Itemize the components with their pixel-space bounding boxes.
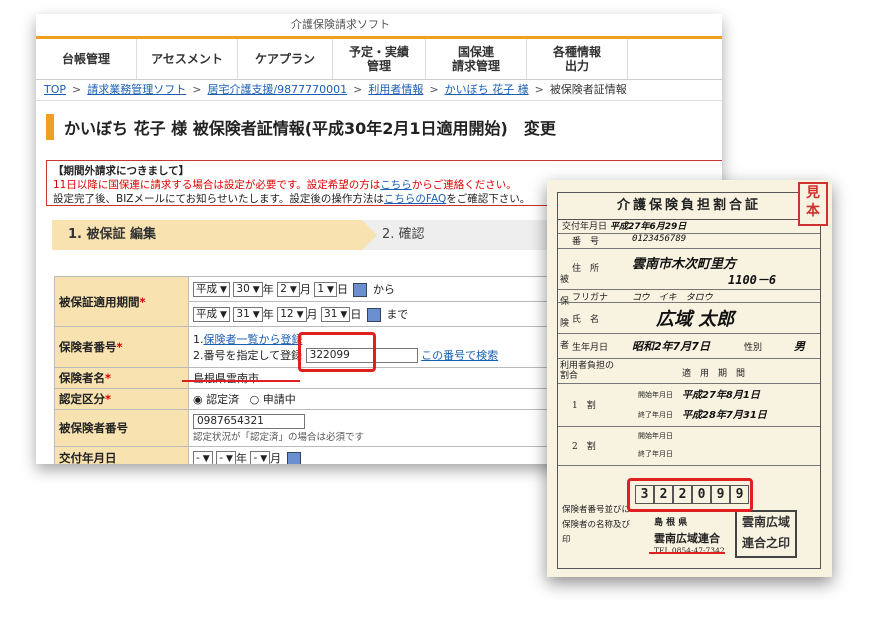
nav-item-assessment[interactable]: アセスメント xyxy=(137,39,238,79)
nav-item-careplan[interactable]: ケアプラン xyxy=(238,39,333,79)
card-furigana-row: フリガナ コウ イキ タロウ xyxy=(558,290,820,303)
issue-era-select[interactable]: - ▼ xyxy=(193,451,213,464)
card-number-row: 番 号 0123456789 xyxy=(558,234,820,249)
card-digits-highlight xyxy=(627,478,753,512)
nav-item-output[interactable]: 各種情報 出力 xyxy=(527,39,628,79)
card-ratio2-row: 2 割 開始年月日 終了年月日 xyxy=(558,427,820,466)
heading-accent xyxy=(46,114,54,140)
card-ratio-header-row: 利用者負担の割合 適 用 期 間 xyxy=(558,359,820,384)
period-end-day-select[interactable]: 31 ▼ xyxy=(321,307,351,323)
insurer-seal: 雲南広域連合之印 xyxy=(735,510,797,558)
period-end-year-select[interactable]: 31 ▼ xyxy=(233,307,263,323)
insurer-name-underline xyxy=(182,380,300,382)
card-title: 介護保険負担割合証 xyxy=(558,193,820,220)
insurer-no-label: 保険者番号* xyxy=(54,326,189,368)
calendar-icon[interactable] xyxy=(353,282,368,297)
nav-item-ledger[interactable]: 台帳管理 xyxy=(36,39,137,79)
card-insurer-underline xyxy=(649,552,725,554)
card-address-row: 住 所 雲南市木次町里方 1100－6 xyxy=(558,249,820,290)
radio-applying[interactable]: ○ 申請中 xyxy=(250,393,296,406)
insurer-search-link[interactable]: この番号で検索 xyxy=(421,349,498,362)
sample-stamp: 見本 xyxy=(798,182,828,226)
step-confirm: 2. 確認 xyxy=(382,227,425,242)
card-name-row: 氏 名 広域 太郎 xyxy=(558,303,820,334)
breadcrumb-billing-soft[interactable]: 請求業務管理ソフト xyxy=(87,83,186,96)
breadcrumb: TOP > 請求業務管理ソフト > 居宅介護支援/9877770001 > 利用者情報 > かい… xyxy=(36,80,722,101)
insurance-card: 介護保険負担割合証 交付年月日 平成27年6月29日 番 号 012345678… xyxy=(547,180,832,577)
insured-no-label: 被保険者番号 xyxy=(54,409,189,447)
issue-day-select[interactable]: - ▼ xyxy=(250,451,271,464)
main-nav: 台帳管理 アセスメント ケアプラン 予定・実績 管理 国保連 請求管理 各種情報… xyxy=(36,39,722,80)
card-ratio1-row: 1 割 開始年月日 平成27年8月1日 終了年月日 平成28年7月31日 xyxy=(558,384,820,427)
calendar-icon[interactable] xyxy=(286,451,301,464)
card-insurer-pref: 島 根 県 xyxy=(654,518,688,528)
radio-certified[interactable]: ◉ 認定済 xyxy=(193,393,239,406)
insurer-list-link[interactable]: 保険者一覧から登録 xyxy=(204,333,303,346)
card-insurer-name: 雲南広域連合 xyxy=(654,532,720,545)
page-title: かいぼち 花子 様 被保険者証情報(平成30年2月1日適用開始) 変更 xyxy=(64,119,556,138)
period-label: 被保証適用期間* xyxy=(54,276,189,327)
top-bar: 介護保険請求ソフト xyxy=(36,14,722,39)
card-dob-row: 生年月日 昭和2年7月7日 性別 男 xyxy=(558,334,820,359)
notice-title: 【期間外請求につきまして】 xyxy=(53,165,190,177)
period-start-year-select[interactable]: 30 ▼ xyxy=(233,282,263,298)
nav-item-billing[interactable]: 国保連 請求管理 xyxy=(426,39,527,79)
calendar-icon[interactable] xyxy=(366,307,381,322)
period-start-month-select[interactable]: 2 ▼ xyxy=(277,282,300,298)
page-heading: かいぼち 花子 様 被保険者証情報(平成30年2月1日適用開始) 変更 xyxy=(46,114,556,140)
card-insurer-label: 保険者番号並びに保険者の名称及び印 xyxy=(562,505,631,545)
issue-month-select[interactable]: - ▼ xyxy=(216,451,236,464)
period-start-day-select[interactable]: 1 ▼ xyxy=(314,282,337,298)
insurer-name-label: 保険者名* xyxy=(54,367,189,389)
breadcrumb-user[interactable]: かいぼち 花子 様 xyxy=(445,83,529,96)
issue-date-label: 交付年月日 xyxy=(54,446,189,464)
step-edit: 1. 被保証 編集 xyxy=(52,220,377,250)
breadcrumb-top[interactable]: TOP xyxy=(44,83,66,96)
breadcrumb-user-info[interactable]: 利用者情報 xyxy=(368,83,423,96)
period-end-era-select[interactable]: 平成 ▼ xyxy=(193,307,230,323)
app-title: 介護保険請求ソフト xyxy=(291,18,390,31)
breadcrumb-office[interactable]: 居宅介護支援/9877770001 xyxy=(207,83,347,96)
insurer-no-highlight xyxy=(298,332,376,372)
cert-status-label: 認定区分* xyxy=(54,388,189,410)
insured-no-input[interactable]: 0987654321 xyxy=(193,413,305,429)
period-start-era-select[interactable]: 平成 ▼ xyxy=(193,282,230,298)
notice-link-faq[interactable]: こちらのFAQ xyxy=(384,193,446,205)
nav-item-schedule[interactable]: 予定・実績 管理 xyxy=(333,39,426,79)
card-issue-row: 交付年月日 平成27年6月29日 xyxy=(558,219,820,234)
notice-link-contact[interactable]: こちら xyxy=(380,179,412,191)
breadcrumb-current: 被保険者証情報 xyxy=(549,83,627,96)
period-end-month-select[interactable]: 12 ▼ xyxy=(277,307,307,323)
